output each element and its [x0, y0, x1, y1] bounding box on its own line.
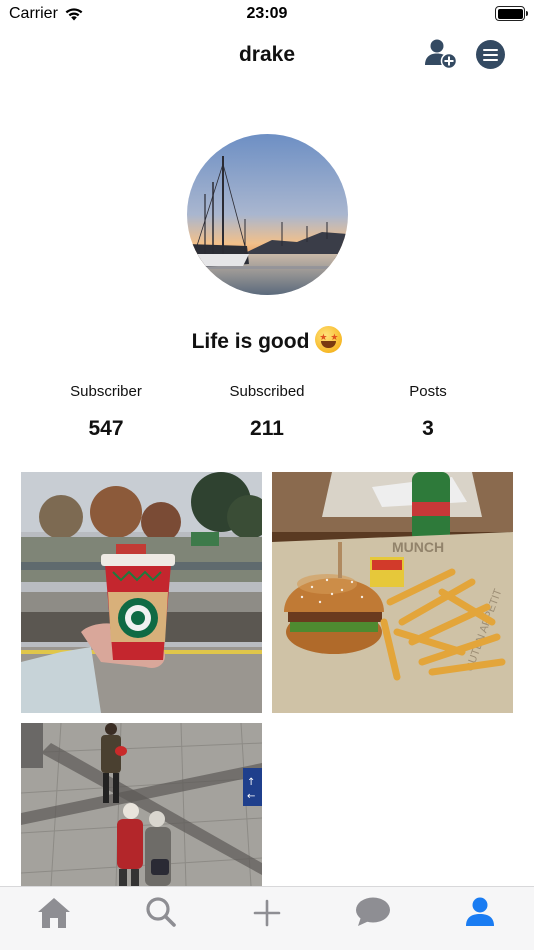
menu-button[interactable]	[476, 40, 505, 69]
search-icon	[146, 897, 176, 927]
tab-messages[interactable]	[353, 895, 393, 929]
stat-value: 211	[250, 417, 284, 440]
tab-home[interactable]	[34, 895, 74, 929]
stat-label: Subscribed	[229, 383, 305, 400]
stat-subscribed[interactable]: Subscribed 211	[182, 383, 352, 441]
stat-label: Posts	[409, 383, 447, 400]
station-people-photo: ↑ ←	[21, 723, 262, 886]
starbucks-cup-photo	[21, 472, 262, 713]
post-thumbnail-2[interactable]: MUNCH GUTEN APPETIT	[272, 472, 513, 713]
burger-and-fries-photo: MUNCH GUTEN APPETIT	[272, 472, 513, 713]
home-icon	[38, 898, 70, 928]
bio-text: Life is good	[191, 330, 310, 353]
battery-icon	[495, 6, 528, 21]
add-icon	[253, 899, 281, 927]
svg-text:←: ←	[247, 791, 255, 802]
svg-text:MUNCH: MUNCH	[392, 539, 444, 555]
tab-search[interactable]	[141, 895, 181, 929]
post-thumbnail-3[interactable]: ↑ ←	[21, 723, 262, 886]
nav-bar: drake	[0, 30, 534, 80]
stat-subscriber[interactable]: Subscriber 547	[21, 383, 191, 441]
post-thumbnail-1[interactable]	[21, 472, 262, 713]
bio: Life is good ★ ★	[0, 326, 534, 354]
status-time: 23:09	[246, 5, 288, 22]
tab-add[interactable]	[247, 895, 287, 929]
tab-profile[interactable]	[460, 895, 500, 929]
menu-line	[483, 58, 498, 61]
menu-line	[483, 53, 498, 56]
status-bar: Carrier 23:09	[0, 0, 534, 30]
avatar-image	[187, 134, 348, 295]
svg-text:↑: ↑	[247, 777, 255, 788]
stat-value: 3	[422, 417, 434, 440]
stat-label: Subscriber	[70, 383, 142, 400]
stat-posts[interactable]: Posts 3	[343, 383, 513, 441]
hamburger-menu-icon	[483, 48, 498, 51]
chat-icon	[356, 897, 390, 926]
stat-value: 547	[88, 417, 124, 440]
add-user-button[interactable]	[424, 38, 458, 70]
person-add-icon	[425, 39, 458, 70]
avatar[interactable]	[187, 134, 348, 295]
star-struck-emoji-icon: ★ ★	[315, 326, 343, 353]
profile-icon	[466, 897, 494, 926]
tab-bar	[0, 886, 534, 950]
